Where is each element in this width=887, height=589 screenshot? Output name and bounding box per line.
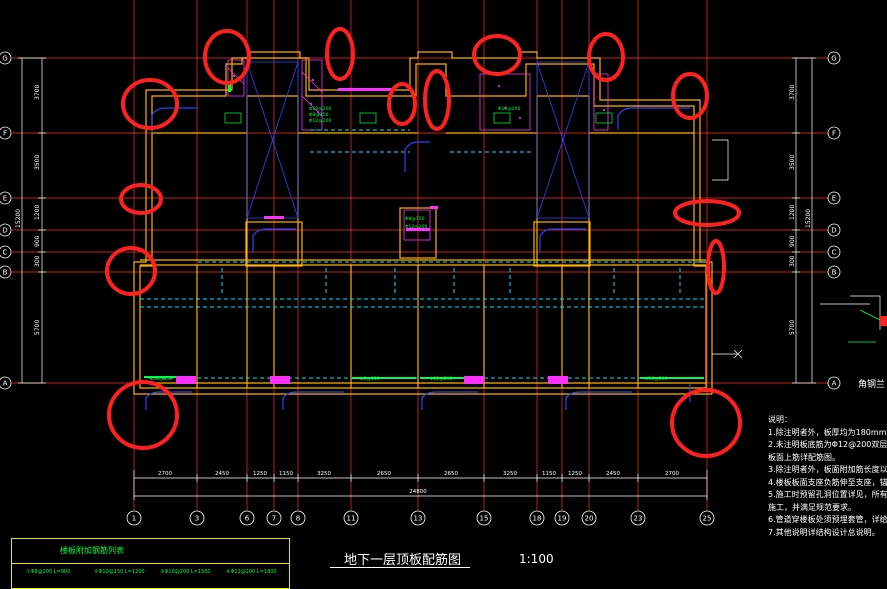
bottom-dim-4: 1150 [279, 471, 293, 477]
left-dim-6: 5700 [34, 320, 41, 335]
notes-line-8: 6.管道穿楼板处须预埋套管，详给排水 [768, 515, 887, 524]
right-dim-4: 900 [789, 235, 796, 247]
notes-line-7: 施工，并满足规范要求。 [768, 502, 856, 512]
axis-label-6: 6 [245, 515, 250, 523]
bottom-dim-total: 24800 [409, 489, 427, 495]
notes-line-5: 4.楼板板面支座负筋伸至支座，锚固 [768, 477, 887, 487]
bottom-dim-8: 3250 [503, 471, 517, 477]
axis-label-F-left: F [3, 130, 7, 138]
side-detail-label: 角钢兰 [858, 380, 886, 390]
axis-label-E-right: E [832, 195, 836, 203]
axis-label-A-left: A [3, 380, 8, 388]
right-edge-mark [880, 316, 887, 326]
axis-label-25: 25 [703, 515, 712, 523]
left-dim-2: 3500 [34, 155, 41, 170]
bottom-dim-3: 1250 [253, 471, 267, 477]
notes-line-9: 7.其他说明详结构设计总说明。 [768, 527, 880, 537]
title-underline [330, 567, 470, 568]
legend-title: 楼板附加钢筋列表 [60, 546, 124, 555]
floor-plan-drawing: 3700 3500 1200 900 300 5700 15200 3700 3… [0, 0, 887, 589]
axis-label-23: 23 [634, 515, 643, 523]
left-dim-4: 900 [34, 235, 41, 247]
drawing-scale: 1:100 [519, 552, 554, 566]
axis-label-G-right: G [831, 55, 836, 63]
callout-rebar-b-2: Φ8@150 [405, 216, 425, 222]
axis-label-8: 8 [296, 515, 300, 523]
axis-label-1: 1 [132, 515, 136, 523]
axis-label-B-left: B [3, 269, 8, 277]
design-notes: 说明： 1.除注明者外，板厚均为180mm。 2.未注明板底筋为Φ12@200双… [768, 414, 887, 539]
left-dim-5: 300 [34, 255, 41, 267]
legend-cell-3: ③Φ10@200 L=1500 [160, 569, 211, 575]
axis-label-D-left: D [2, 227, 7, 235]
axis-label-C-left: C [3, 249, 8, 257]
right-dim-6: 5700 [789, 320, 796, 335]
bottom-dim-9: 1150 [542, 471, 556, 477]
notes-line-1: 1.除注明者外，板厚均为180mm。 [768, 427, 887, 437]
left-dim-total: 15200 [15, 209, 22, 228]
callout-rebar-b: Φ8@150 [309, 112, 329, 118]
notes-line-2: 2.未注明板底筋为Φ12@200双层双向 [768, 440, 887, 449]
axis-label-C-right: C [832, 249, 837, 257]
notes-line-3: 板面上筋详配筋图。 [768, 452, 840, 462]
bottom-dim-7: 2650 [444, 471, 458, 477]
axis-label-A-right: A [832, 380, 837, 388]
right-dim-total: 15200 [805, 209, 812, 228]
axis-label-18: 18 [533, 515, 542, 523]
callout-rebar-a: Φ10@200 [309, 106, 331, 112]
bottom-dim-2: 2450 [215, 471, 229, 477]
axis-label-15: 15 [480, 515, 489, 523]
axis-label-13: 13 [414, 515, 423, 523]
notes-line-6: 5.施工时预留孔洞位置详见，所有洞口 [768, 490, 887, 499]
axis-label-B-right: B [832, 269, 837, 277]
rebar-legend-table: 楼板附加钢筋列表 ①Φ8@200 L=900 ②Φ10@150 L=1200 ③… [11, 538, 290, 589]
left-dim-3: 1200 [34, 205, 41, 220]
axis-label-3: 3 [195, 515, 199, 523]
bottom-dim-10: 1250 [568, 471, 582, 477]
axis-label-7: 7 [272, 515, 276, 523]
right-dim-2: 3500 [789, 155, 796, 170]
bottom-dim-1: 2700 [158, 471, 172, 477]
bottom-dim-12: 2700 [665, 471, 679, 477]
bottom-dim-5: 3250 [317, 471, 331, 477]
notes-line-4: 3.除注明者外，板面附加筋长度以板边算起 [768, 465, 887, 474]
axis-label-11: 11 [347, 515, 356, 523]
bottom-dim-11: 2450 [606, 471, 620, 477]
drawing-title: 地下一层顶板配筋图 [344, 553, 462, 568]
right-dim-3: 1200 [789, 205, 796, 220]
right-dim-5: 300 [789, 255, 796, 267]
axis-label-G-left: G [2, 55, 7, 63]
legend-cell-1: ①Φ8@200 L=900 [26, 569, 71, 575]
axis-label-20: 20 [585, 515, 594, 523]
callout-rebar-a-2: Φ10@200 [498, 106, 520, 112]
notes-heading: 说明： [768, 415, 792, 424]
right-dim-1: 3700 [789, 85, 796, 100]
callout-rebar-c: Φ12@200 [309, 118, 331, 124]
legend-cell-4: ④Φ12@200 L=1800 [226, 569, 277, 575]
legend-divider [12, 563, 289, 564]
bottom-dim-6: 2650 [377, 471, 391, 477]
axis-label-D-right: D [831, 227, 836, 235]
axis-label-19: 19 [558, 515, 567, 523]
legend-cell-2: ②Φ10@150 L=1200 [94, 569, 145, 575]
axis-label-E-left: E [3, 195, 7, 203]
left-dim-1: 3700 [34, 85, 41, 100]
axis-label-F-right: F [832, 130, 836, 138]
